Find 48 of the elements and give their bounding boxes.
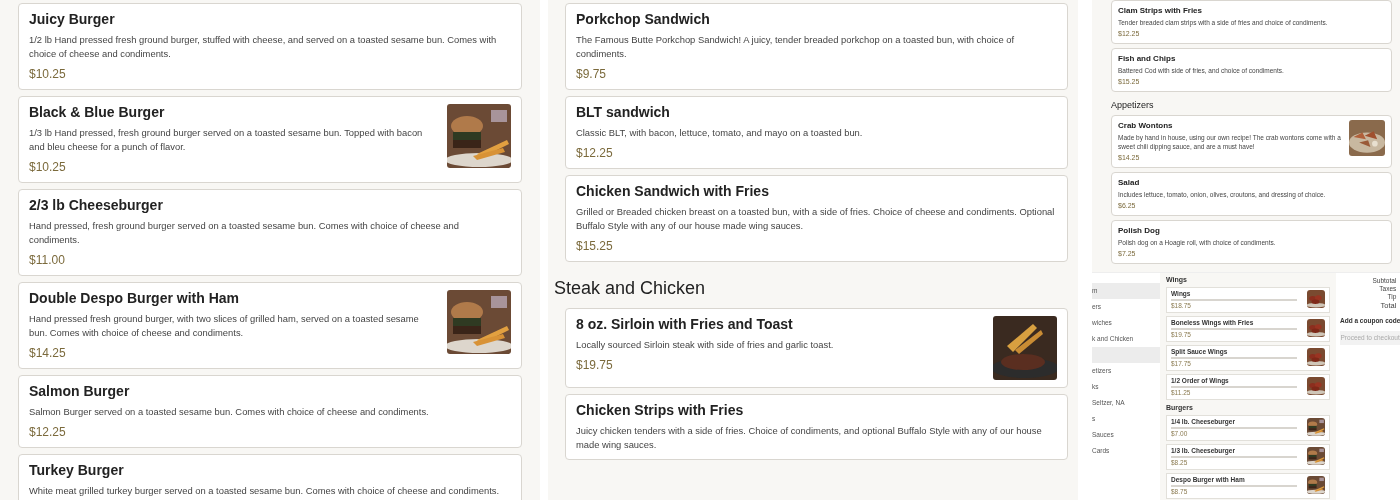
item-price: $12.25 (29, 424, 67, 440)
item-name: Polish Dog (1118, 225, 1161, 236)
item-name: Juicy Burger (29, 11, 116, 28)
section-heading: Steak and Chicken (554, 277, 707, 300)
item-description: Grilled or Breaded chicken breast on a toasted bun, with a side of fries. Choice of cheese and condiments. Optional Buffalo Style with any of our house made wing sauces. (576, 205, 1056, 233)
item-name: Fish and Chips (1118, 53, 1177, 64)
menu-item-card[interactable]: Chicken Strips with Fries Juicy chicken tenders with a side of fries. Choice of condiments, and optional Buffalo Style with any of our house made wing sauces. (565, 394, 1068, 460)
item-description: Locally sourced Sirloin steak with side of fries and garlic toast. (576, 338, 835, 352)
item-description: White meat grilled turkey burger served on a toasted sesame bun. Comes with choice of cheese and condiments. (29, 484, 501, 498)
menu-item-card[interactable]: BLT sandwich Classic BLT, with bacon, lettuce, tomato, and mayo on a toasted bun. $12.25 (565, 96, 1068, 169)
menu-item-card[interactable]: 2/3 lb Cheeseburger Hand pressed, fresh ground burger served on a toasted sesame bun. Comes with choice of cheese and condiments. $11.00 (18, 189, 522, 276)
item-name: Salad (1118, 177, 1141, 188)
item-price: $15.25 (576, 238, 614, 254)
item-price: $19.75 (576, 357, 614, 373)
item-description: Classic BLT, with bacon, lettuce, tomato, and mayo on a toasted bun. (576, 126, 864, 140)
item-name: Clam Strips with Fries (1118, 5, 1204, 16)
item-name: BLT sandwich (576, 104, 671, 121)
item-description: Salmon Burger served on a toasted sesame bun. Comes with choice of cheese and condiments. (29, 405, 430, 419)
item-description: Juicy chicken tenders with a side of fries. Choice of condiments, and optional Buffalo Style with any of our house made wing sauces. (576, 424, 1043, 452)
item-name: Chicken Sandwich with Fries (576, 183, 770, 200)
item-name: Porkchop Sandwich (576, 11, 711, 28)
item-price: $12.25 (576, 145, 614, 161)
item-description: 1/2 lb Hand pressed fresh ground burger, stuffed with cheese, and served on a toasted sesame bun. Comes with choice of cheese and condiments. (29, 33, 498, 61)
item-name: Turkey Burger (29, 462, 125, 479)
item-description: Hand pressed, fresh ground burger served on a toasted sesame bun. Comes with choice of cheese and condiments. (29, 219, 460, 247)
menu-item-card[interactable]: Black & Blue Burger 1/3 lb Hand pressed, fresh ground burger served on a toasted sesame bun. Topped with bacon and bleu cheese for a punch of flavor. $10.25 (18, 96, 522, 183)
menu-item-card[interactable]: 8 oz. Sirloin with Fries and Toast Locally sourced Sirloin steak with side of fries and garlic toast. $19.75 (565, 308, 1068, 388)
item-price: $9.75 (576, 66, 608, 82)
item-price: $10.25 (29, 159, 67, 175)
item-price: $14.25 (29, 345, 67, 361)
item-price: $10.25 (29, 66, 67, 82)
item-name: 8 oz. Sirloin with Fries and Toast (576, 316, 794, 333)
item-name: Chicken Strips with Fries (576, 402, 745, 419)
menu-item-card[interactable]: Porkchop Sandwich The Famous Butte Porkchop Sandwich! A juicy, tender breaded porkchop on a toasted bun, with choice of condiments. $9.75 (565, 3, 1068, 90)
menu-item-card[interactable]: Salmon Burger Salmon Burger served on a toasted sesame bun. Comes with choice of cheese and condiments. $12.25 (18, 375, 522, 448)
item-name: 2/3 lb Cheeseburger (29, 197, 164, 214)
item-description: The Famous Butte Porkchop Sandwich! A juicy, tender breaded porkchop on a toasted bun, with choice of condiments. (576, 33, 1016, 61)
menu-item-card[interactable]: Juicy Burger 1/2 lb Hand pressed fresh ground burger, stuffed with cheese, and served on a toasted sesame bun. Comes with choice of cheese and condiments. $10.25 (18, 3, 522, 90)
item-description: Hand pressed fresh ground burger, with two slices of grilled ham, served on a toasted sesame bun. Comes with choice of cheese and condiments. (29, 312, 420, 340)
item-name: Salmon Burger (29, 383, 131, 400)
menu-item-card[interactable]: Double Despo Burger with Ham Hand pressed fresh ground burger, with two slices of grilled ham, served on a toasted sesame bun. Comes with choice of cheese and condiments. $14.25 (18, 282, 522, 369)
menu-item-card[interactable]: Turkey Burger White meat grilled turkey burger served on a toasted sesame bun. Comes with choice of cheese and condiments. (18, 454, 522, 500)
item-name: Black & Blue Burger (29, 104, 166, 121)
section-heading: Appetizers (1111, 99, 1155, 111)
item-description: 1/3 lb Hand pressed, fresh ground burger served on a toasted sesame bun. Topped with bacon and bleu cheese for a punch of flavor. (29, 126, 424, 154)
item-price: $11.00 (29, 252, 66, 268)
item-name: Crab Wontons (1118, 120, 1174, 131)
item-name: Double Despo Burger with Ham (29, 290, 241, 307)
